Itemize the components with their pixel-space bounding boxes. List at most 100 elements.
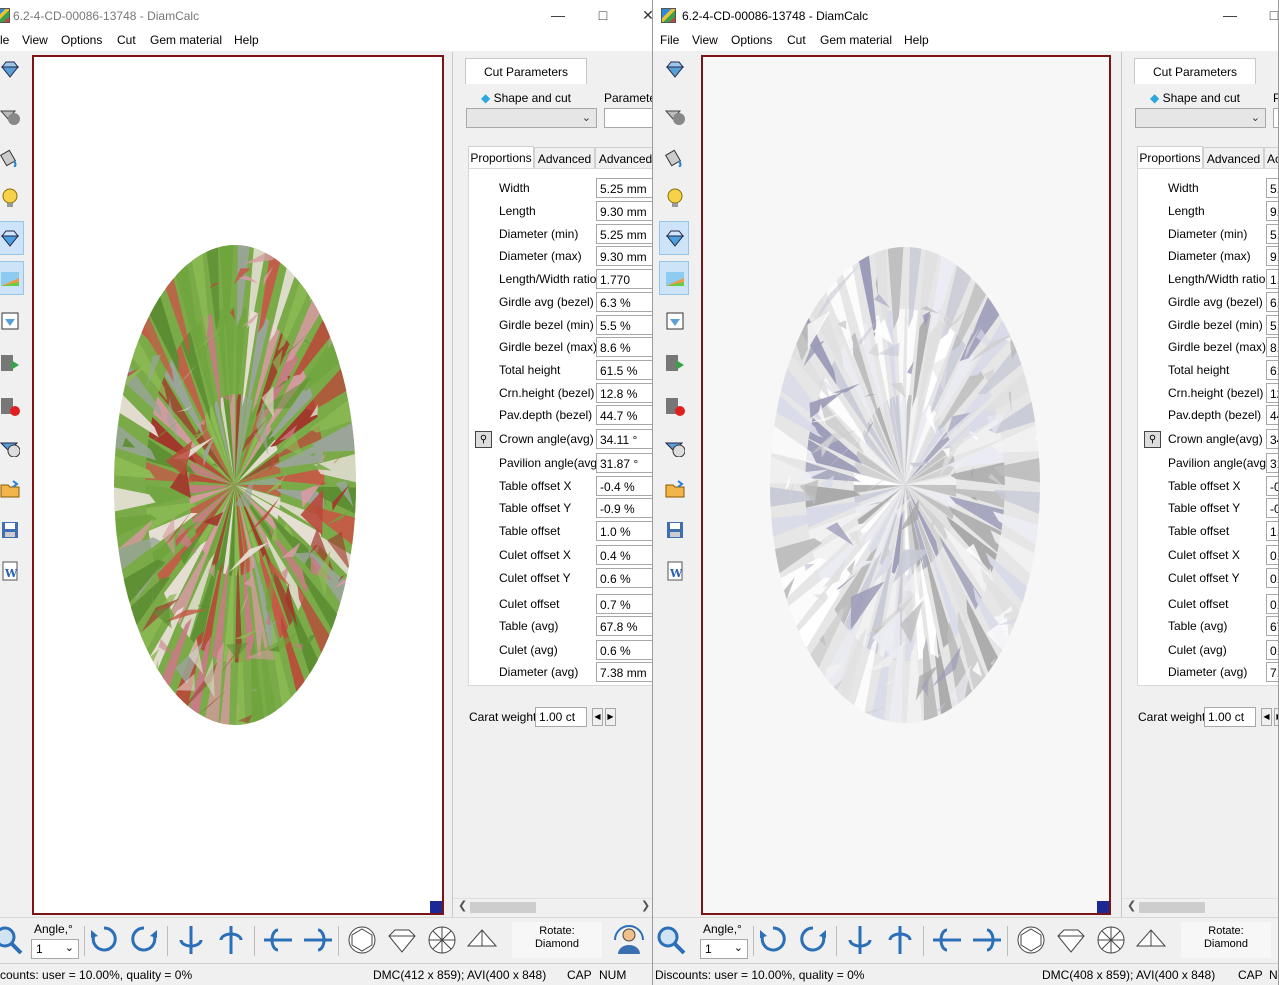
diamond-viewport[interactable] [32,55,444,915]
top-view-icon[interactable] [1015,924,1047,956]
video-play-icon[interactable] [0,346,24,380]
menu-help[interactable]: Help [234,33,259,47]
gem-sphere-icon[interactable] [659,98,689,132]
spectrum-icon[interactable] [659,261,689,295]
angle-combo[interactable]: 1 ⌄ [700,939,748,959]
minimize-icon[interactable]: — [1207,0,1253,30]
video-record-icon[interactable] [659,389,689,423]
menu-file[interactable]: le [0,33,9,47]
diamond-sparkle-icon[interactable] [0,221,24,255]
param-value-input[interactable]: -0. [1266,476,1278,496]
menu-cut[interactable]: Cut [117,33,136,47]
top-view-icon[interactable] [346,924,378,956]
param-value-input[interactable]: 0.6 % [596,640,652,660]
param-value-input[interactable]: -0.4 % [596,476,652,496]
rotate-cw-icon[interactable] [757,924,789,956]
rotate-cw-icon[interactable] [88,924,120,956]
side-view-icon[interactable] [386,924,418,956]
diamond-frame-icon[interactable] [659,304,689,338]
tab-advanced-2[interactable]: Ac [1264,147,1278,169]
carat-decrease-button[interactable]: ◀ [1261,708,1272,726]
maximize-icon[interactable]: □ [580,0,626,30]
shape-combo[interactable]: ⌄ [1135,108,1266,128]
lock-icon[interactable]: ⚲ [475,431,492,448]
param-value-input[interactable]: 5.2 [1266,224,1278,244]
bottom-view-icon[interactable] [1095,924,1127,956]
rotate-mode[interactable]: Rotate: Diamond [512,922,602,958]
tab-advanced-2[interactable]: Advanced [595,147,652,169]
flip-vertical-icon[interactable] [931,924,963,956]
flip-horizontal-icon[interactable] [844,924,876,956]
open-folder-icon[interactable] [0,472,24,506]
tab-cut-parameters[interactable]: Cut Parameters [1134,58,1256,84]
param-value-input[interactable]: 5.25 mm [596,178,652,198]
flip-horizontal-2-icon[interactable] [215,924,247,956]
param-value-input[interactable]: 61.5 % [596,360,652,380]
param-value-input[interactable]: 8.6 [1266,337,1278,357]
word-document-icon[interactable]: W [0,554,24,588]
tab-advanced[interactable]: Advanced [534,147,595,169]
param-value-input[interactable]: 44 [1266,405,1278,425]
panel-hscrollbar[interactable]: ❮ [1122,898,1278,914]
param-value-input[interactable]: -0.9 % [596,498,652,518]
flip-vertical-2-icon[interactable] [971,924,1003,956]
rotate-mode[interactable]: Rotate: Diamond [1181,922,1271,958]
param-value-input[interactable]: 1.0 [1266,521,1278,541]
param-value-input[interactable]: 5.5 % [596,315,652,335]
flip-vertical-icon[interactable] [262,924,294,956]
param-value-input[interactable]: 8.6 % [596,337,652,357]
viewport-resize-handle[interactable] [430,901,442,913]
tab-advanced[interactable]: Advanced [1203,147,1264,169]
side-view-icon[interactable] [1055,924,1087,956]
param-value-input[interactable]: 7.3 [1266,662,1278,682]
diamond-viewport[interactable] [701,55,1111,915]
user-rotate-icon[interactable] [613,924,645,956]
param-value-input[interactable]: 0.7 % [596,594,652,614]
tilt-view-icon[interactable] [466,924,498,956]
zoom-icon[interactable] [0,924,24,956]
menu-gem-material[interactable]: Gem material [150,33,222,47]
viewport-resize-handle[interactable] [1097,901,1109,913]
scroll-thumb[interactable] [1139,902,1205,913]
param-value-input[interactable]: 9.3 [1266,201,1278,221]
param-value-input[interactable]: 9.3 [1266,246,1278,266]
gem-sphere-icon[interactable] [0,98,24,132]
video-record-icon[interactable] [0,389,24,423]
param-value-input[interactable]: 5.5 [1266,315,1278,335]
scroll-left-icon[interactable]: ❮ [1127,899,1136,912]
param-value-input[interactable]: 67 [1266,616,1278,636]
param-value-input[interactable]: 9.30 mm [596,246,652,266]
menu-view[interactable]: View [692,33,718,47]
carat-increase-button[interactable]: ▶ [1274,708,1278,726]
param-value-input[interactable]: 12 [1266,383,1278,403]
scroll-thumb[interactable] [470,902,536,913]
spectrum-icon[interactable] [0,261,24,295]
flip-vertical-2-icon[interactable] [302,924,334,956]
param-value-input[interactable]: 5.25 mm [596,224,652,244]
word-document-icon[interactable]: W [659,554,689,588]
diamond-light-icon[interactable] [659,430,689,464]
angle-combo[interactable]: 1 ⌄ [31,939,79,959]
param-value-input[interactable]: 0.4 % [596,545,652,565]
panel-hscrollbar[interactable]: ❮ ❯ [453,898,652,914]
param-value-input[interactable]: 1.0 % [596,521,652,541]
tilt-view-icon[interactable] [1135,924,1167,956]
paint-bucket-icon[interactable] [0,140,24,174]
scroll-left-icon[interactable]: ❮ [458,899,467,912]
param-value-input[interactable]: 1.7 [1266,269,1278,289]
scroll-right-icon[interactable]: ❯ [641,899,650,912]
diamond-view-icon[interactable] [0,52,24,86]
parameter-combo[interactable] [604,108,652,128]
param-value-input[interactable]: 61 [1266,360,1278,380]
rotate-ccw-icon[interactable] [128,924,160,956]
save-icon[interactable] [0,513,24,547]
param-value-input[interactable]: 9.30 mm [596,201,652,221]
light-bulb-icon[interactable] [0,181,24,215]
param-value-input[interactable]: -0. [1266,498,1278,518]
carat-weight-input[interactable]: 1.00 ct [535,707,587,727]
tab-proportions[interactable]: Proportions [1137,146,1203,168]
param-value-input[interactable]: 5.2 [1266,178,1278,198]
zoom-icon[interactable] [655,924,687,956]
menu-options[interactable]: Options [731,33,772,47]
paint-bucket-icon[interactable] [659,140,689,174]
